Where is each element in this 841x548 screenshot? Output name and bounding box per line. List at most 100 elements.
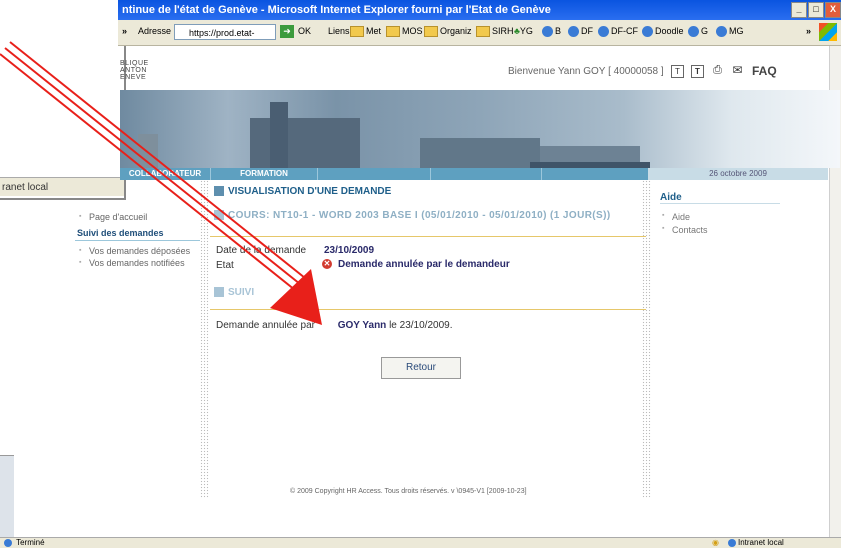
link-label: Organiz — [440, 26, 472, 36]
date-label: Date de la demande — [216, 245, 307, 256]
link-sirh[interactable]: SIRH — [476, 26, 514, 38]
link-df[interactable]: DF — [568, 26, 593, 38]
text-size-large-icon[interactable]: T — [691, 65, 704, 78]
cancel-date: le 23/10/2009. — [389, 320, 453, 331]
welcome-text: Bienvenue Yann GOY [ 40000058 ] — [508, 66, 664, 77]
go-button[interactable]: OK — [298, 26, 311, 36]
ie-page-icon — [716, 26, 727, 38]
link-label: DF — [581, 26, 593, 36]
link-label: MOS — [402, 26, 423, 36]
divider — [210, 236, 646, 237]
current-date: 26 octobre 2009 — [648, 168, 828, 180]
address-label: Adresse — [138, 26, 172, 36]
link-mg[interactable]: MG — [716, 26, 744, 38]
tab-collaborateur[interactable]: COLLABORATEUR — [120, 168, 211, 180]
ie-page-icon — [688, 26, 699, 38]
links-overflow-icon[interactable]: » — [806, 26, 811, 36]
mail-icon[interactable]: ✉ — [732, 64, 743, 76]
link-label: Met — [366, 26, 382, 36]
windows-logo-icon — [819, 23, 837, 41]
address-value: https://prod.etat-ge.ch/ — [189, 28, 255, 38]
globe-icon — [728, 538, 736, 547]
sidebar-item-notifiees[interactable]: Vos demandes notifiées — [75, 257, 200, 269]
folder-icon — [476, 26, 490, 38]
banner-tower — [138, 134, 158, 168]
arrow-head — [270, 269, 322, 325]
window-title: ntinue de l'état de Genève - Microsoft I… — [122, 4, 551, 16]
cancel-by: GOY Yann — [337, 320, 387, 331]
address-input[interactable]: https://prod.etat-ge.ch/ — [174, 24, 276, 40]
banner-cathedral — [250, 118, 360, 168]
copyright: © 2009 Copyright HR Access. Tous droits … — [290, 488, 527, 495]
cancel-line: Demande annulée par GOY Yann le 23/10/20… — [216, 320, 452, 331]
section-square-icon — [214, 210, 224, 221]
folder-icon — [424, 26, 438, 38]
page-title-text: VISUALISATION D'UNE DEMANDE — [228, 186, 392, 197]
window-titlebar: ntinue de l'état de Genève - Microsoft I… — [118, 0, 841, 20]
close-button[interactable]: X — [825, 2, 841, 18]
links-label: Liens — [328, 26, 350, 36]
ie-page-icon — [598, 26, 609, 38]
sidebar: Page d'accueil Suivi des demandes Vos de… — [75, 184, 200, 269]
error-icon: ✕ — [322, 259, 332, 270]
tab-empty-2[interactable] — [431, 168, 542, 180]
divider — [210, 309, 646, 310]
logo-line: ENEVE — [120, 74, 147, 81]
sidebar-item-deposees[interactable]: Vos demandes déposées — [75, 245, 200, 257]
suivi-heading: SUIVI — [214, 287, 254, 298]
link-label: B — [555, 26, 562, 36]
link-label: YG — [519, 26, 533, 36]
tab-empty-1[interactable] — [318, 168, 431, 180]
course-title: COURS: NT10-1 - WORD 2003 BASE I (05/01/… — [214, 210, 611, 221]
link-mos[interactable]: MOS — [386, 26, 423, 38]
tab-formation[interactable]: FORMATION — [211, 168, 318, 180]
link-organiz[interactable]: Organiz — [424, 26, 472, 38]
retour-button[interactable]: Retour — [381, 357, 461, 379]
status-bar: Terminé ◉ Intranet local — [0, 537, 841, 548]
logo-line: BLIQUE — [120, 60, 149, 67]
zone-text: Intranet local — [738, 538, 784, 547]
link-doodle[interactable]: Doodle — [642, 26, 684, 38]
banner-buildings — [420, 138, 540, 168]
state-value: ✕ Demande annulée par le demandeur — [322, 259, 510, 270]
faq-link[interactable]: FAQ — [752, 64, 777, 78]
logo-line: ANTON — [120, 67, 147, 74]
link-label: DF-CF — [611, 26, 638, 36]
section-square-icon — [214, 287, 224, 298]
contacts-link[interactable]: Contacts — [660, 225, 708, 235]
status-text: Terminé — [16, 538, 45, 547]
right-divider — [642, 180, 651, 498]
link-met[interactable]: Met — [350, 26, 382, 38]
folder-icon — [350, 26, 364, 38]
main-nav: COLLABORATEUR FORMATION — [120, 168, 648, 180]
banner-spire — [270, 102, 288, 168]
maximize-button[interactable]: □ — [808, 2, 824, 18]
ie-page-icon — [4, 538, 12, 547]
link-yg[interactable]: ♣YG — [514, 26, 533, 36]
print-icon[interactable]: ⎙ — [712, 65, 723, 76]
folder-icon — [386, 26, 400, 38]
section-square-icon — [214, 186, 224, 197]
link-g[interactable]: G — [688, 26, 708, 38]
background-status-text: ranet local — [2, 182, 49, 193]
address-toolbar: » Adresse https://prod.etat-ge.ch/ ➜ OK … — [118, 20, 841, 46]
minimize-button[interactable]: _ — [791, 2, 807, 18]
text-size-small-icon[interactable]: T — [671, 65, 684, 78]
link-label: Doodle — [655, 26, 684, 36]
go-arrow-icon[interactable]: ➜ — [280, 25, 294, 38]
annotation-arrow — [0, 41, 322, 325]
course-title-text: COURS: NT10-1 - WORD 2003 BASE I (05/01/… — [228, 210, 611, 221]
toolbar-overflow-icon[interactable]: » — [122, 26, 127, 36]
state-label: Etat — [216, 260, 234, 271]
link-b[interactable]: B — [542, 26, 562, 38]
geneva-banner — [120, 90, 840, 168]
background-window-fragment — [0, 455, 14, 538]
republic-logo: BLIQUE ANTON ENEVE — [120, 60, 149, 81]
aide-heading: Aide — [660, 192, 780, 204]
aide-link[interactable]: Aide — [660, 212, 690, 222]
sidebar-item-home[interactable]: Page d'accueil — [75, 210, 200, 224]
cancel-text: Demande annulée par — [216, 320, 315, 331]
ie-page-icon — [542, 26, 553, 38]
link-df-cf[interactable]: DF-CF — [598, 26, 638, 38]
date-value: 23/10/2009 — [324, 245, 375, 256]
